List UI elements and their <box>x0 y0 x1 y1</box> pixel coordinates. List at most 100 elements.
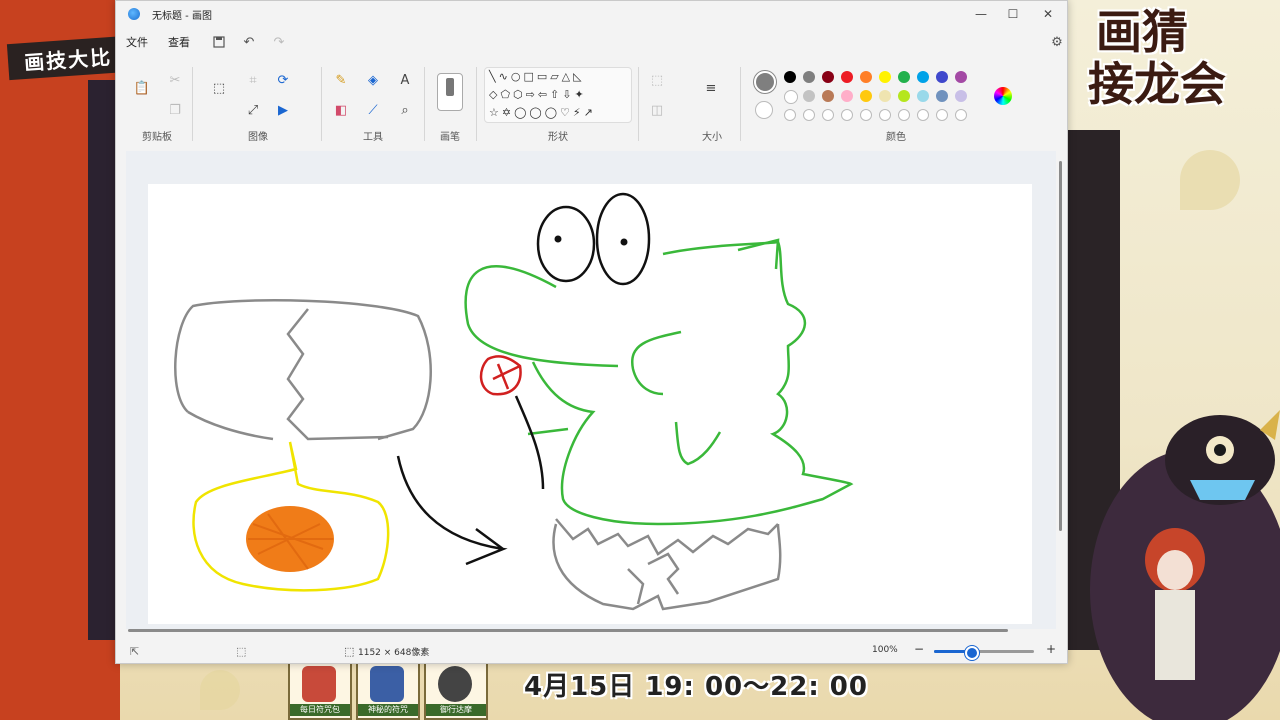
group-size: ⬚ ◫ ≡ 大小 <box>644 59 734 147</box>
close-button[interactable]: ✕ <box>1033 5 1063 23</box>
color-swatch[interactable] <box>860 71 872 83</box>
mascot-character <box>1090 410 1280 720</box>
zoom-slider-thumb[interactable] <box>965 646 979 660</box>
group-shapes: ╲∿○□▭▱△◺ ◇⬠⬡⇨⇦⇧⇩✦ ☆✡◯◯◯♡⚡↗ 形状 <box>484 59 632 147</box>
custom-color-slot[interactable] <box>955 109 967 121</box>
custom-color-slot[interactable] <box>784 109 796 121</box>
group-tools: ✎ ◈ A ◧ ⟋ ⌕ 工具 <box>328 59 418 147</box>
group-label-clipboard: 剪贴板 <box>142 132 172 143</box>
minimize-button[interactable]: — <box>966 5 996 23</box>
size-icon[interactable]: ≡ <box>700 77 722 99</box>
color-swatch[interactable] <box>822 90 834 102</box>
select-icon[interactable]: ⬚ <box>208 77 230 99</box>
sticker-mystery-charm[interactable]: 神秘的符咒 <box>356 662 420 720</box>
sticker-daruma[interactable]: 御行达摩 <box>424 662 488 720</box>
horizontal-scrollbar[interactable] <box>128 629 1008 632</box>
group-label-shapes: 形状 <box>548 132 568 143</box>
save-icon[interactable] <box>208 31 230 53</box>
fill-icon[interactable]: ◈ <box>362 69 384 91</box>
sticker-row: 每日符咒包 神秘的符咒 御行达摩 <box>288 662 488 720</box>
zoom-level: 100% <box>872 645 898 655</box>
secondary-color[interactable] <box>755 101 773 119</box>
sticker-daily-pack[interactable]: 每日符咒包 <box>288 662 352 720</box>
color-picker-icon[interactable]: ⟋ <box>362 99 384 121</box>
custom-color-slot[interactable] <box>860 109 872 121</box>
custom-color-slot[interactable] <box>841 109 853 121</box>
zoom-in-button[interactable]: + <box>1046 642 1056 656</box>
settings-icon[interactable]: ⚙ <box>1046 31 1068 53</box>
vertical-scrollbar[interactable] <box>1059 161 1062 531</box>
cut-icon[interactable]: ✂ <box>164 69 186 91</box>
status-bar: ⇱ ⬚ ⬚ 1152 × 648像素 100% − + <box>116 639 1067 663</box>
color-swatch[interactable] <box>860 90 872 102</box>
flip-icon[interactable]: ▶ <box>272 99 294 121</box>
group-clipboard: 📋 ✂ ❐ 剪贴板 <box>126 59 188 147</box>
edit-colors-icon[interactable] <box>994 87 1012 105</box>
ribbon: 📋 ✂ ❐ 剪贴板 ⬚ ⌗ ⤢ ⟳ ▶ 图像 ✎ ◈ A ◧ ⟋ ⌕ 工具 画笔… <box>116 59 1067 147</box>
color-swatch[interactable] <box>936 90 948 102</box>
color-swatch[interactable] <box>917 71 929 83</box>
custom-color-slot[interactable] <box>917 109 929 121</box>
menu-view[interactable]: 查看 <box>158 34 200 50</box>
color-swatch[interactable] <box>803 90 815 102</box>
group-colors: 颜色 <box>746 59 1046 147</box>
zoom-slider[interactable] <box>934 646 1034 660</box>
paste-icon[interactable]: 📋 <box>131 77 153 99</box>
primary-color[interactable] <box>754 71 776 93</box>
pencil-icon[interactable]: ✎ <box>330 69 352 91</box>
copy-icon[interactable]: ❐ <box>164 99 186 121</box>
eraser-icon[interactable]: ◧ <box>330 99 352 121</box>
group-brushes: 画笔 <box>430 59 470 147</box>
color-swatch[interactable] <box>898 71 910 83</box>
color-swatch[interactable] <box>955 71 967 83</box>
custom-color-slot[interactable] <box>803 109 815 121</box>
undo-icon[interactable]: ↶ <box>238 31 260 53</box>
rotate-icon[interactable]: ⟳ <box>272 69 294 91</box>
color-swatch[interactable] <box>822 71 834 83</box>
color-swatch[interactable] <box>879 71 891 83</box>
stream-game-strip <box>0 0 120 720</box>
fill-style-icon[interactable]: ◫ <box>646 99 668 121</box>
group-label-tools: 工具 <box>363 132 383 143</box>
color-swatch[interactable] <box>841 90 853 102</box>
custom-color-slot[interactable] <box>936 109 948 121</box>
group-label-image: 图像 <box>248 132 268 143</box>
outline-icon[interactable]: ⬚ <box>646 69 668 91</box>
zoom-out-button[interactable]: − <box>914 642 924 656</box>
color-swatch[interactable] <box>784 71 796 83</box>
group-label-colors: 颜色 <box>886 132 906 143</box>
cursor-position-icon: ⇱ <box>130 645 140 658</box>
color-swatch[interactable] <box>784 90 798 104</box>
crop-icon[interactable]: ⌗ <box>242 69 264 91</box>
group-label-brushes: 画笔 <box>440 132 460 143</box>
custom-color-slot[interactable] <box>822 109 834 121</box>
event-title: 画猜 接龙会 <box>1088 5 1226 111</box>
window-title: 无标题 - 画图 <box>152 10 212 22</box>
color-swatch[interactable] <box>803 71 815 83</box>
color-swatch[interactable] <box>879 90 891 102</box>
custom-color-slot[interactable] <box>879 109 891 121</box>
magnifier-icon[interactable]: ⌕ <box>394 99 416 121</box>
color-swatch[interactable] <box>898 90 910 102</box>
stream-schedule-date: 4月15日 19: 00～22: 00 <box>524 672 868 702</box>
canvas-size-icon: ⬚ <box>344 645 355 658</box>
redo-icon[interactable]: ↷ <box>268 31 290 53</box>
flower-decoration <box>200 670 240 710</box>
color-swatch[interactable] <box>955 90 967 102</box>
resize-icon[interactable]: ⤢ <box>242 99 264 121</box>
color-swatch[interactable] <box>841 71 853 83</box>
paint-app-icon <box>128 8 140 20</box>
maximize-button[interactable]: ☐ <box>998 5 1028 23</box>
color-swatch[interactable] <box>936 71 948 83</box>
menu-bar: 文件 查看 ↶ ↷ ⚙ <box>116 29 1067 55</box>
custom-color-slot[interactable] <box>898 109 910 121</box>
shapes-gallery[interactable]: ╲∿○□▭▱△◺ ◇⬠⬡⇨⇦⇧⇩✦ ☆✡◯◯◯♡⚡↗ <box>484 67 632 123</box>
drawing-canvas[interactable] <box>148 184 1032 624</box>
group-image: ⬚ ⌗ ⤢ ⟳ ▶ 图像 <box>202 59 314 147</box>
menu-file[interactable]: 文件 <box>116 34 158 50</box>
title-bar: 无标题 - 画图 — ☐ ✕ <box>116 1 1067 27</box>
text-icon[interactable]: A <box>394 69 416 91</box>
brush-icon[interactable] <box>437 73 463 111</box>
canvas-area <box>126 151 1056 629</box>
color-swatch[interactable] <box>917 90 929 102</box>
